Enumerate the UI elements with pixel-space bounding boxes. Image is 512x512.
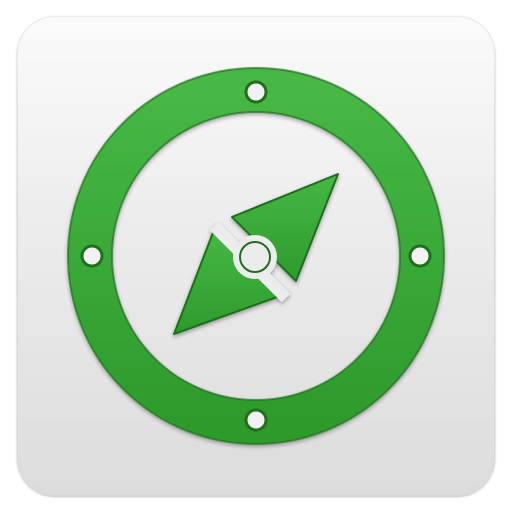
west-marker [80, 244, 104, 268]
south-marker [244, 408, 268, 432]
north-marker [244, 80, 268, 104]
east-marker [408, 244, 432, 268]
compass-icon [67, 67, 445, 445]
icon-canvas [0, 0, 512, 512]
compass-needle [173, 173, 339, 335]
